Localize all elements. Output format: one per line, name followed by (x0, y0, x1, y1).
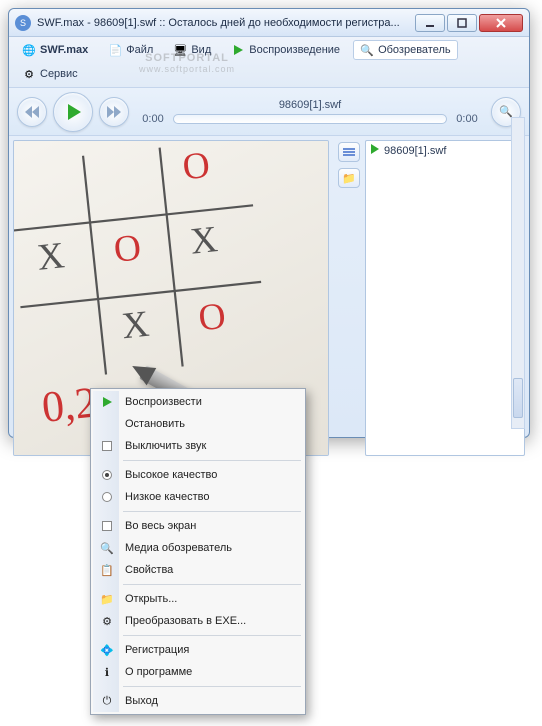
radio-off-icon (99, 489, 115, 505)
minimize-button[interactable] (415, 14, 445, 32)
separator (123, 584, 301, 585)
progress-bar[interactable] (173, 114, 447, 124)
close-button[interactable] (479, 14, 523, 32)
playlist-panel: 98609[1].swf (365, 140, 525, 456)
ctx-high-quality[interactable]: Высокое качество (93, 464, 303, 486)
app-icon: S (15, 15, 31, 31)
ctx-register[interactable]: 💠 Регистрация (93, 639, 303, 661)
ctx-play[interactable]: Воспроизвести (93, 391, 303, 413)
time-elapsed: 0:00 (139, 113, 167, 125)
ctx-low-quality[interactable]: Низкое качество (93, 486, 303, 508)
app-window: S SWF.max - 98609[1].swf :: Осталось дне… (8, 8, 530, 438)
next-button[interactable] (99, 97, 129, 127)
folder-button[interactable]: 📁 (338, 168, 360, 188)
separator (123, 511, 301, 512)
properties-icon: 📋 (99, 562, 115, 578)
service-menu[interactable]: ⚙ Сервис (15, 64, 85, 84)
file-menu[interactable]: 📄 Файл (101, 40, 160, 60)
checkbox-icon (99, 518, 115, 534)
titlebar[interactable]: S SWF.max - 98609[1].swf :: Осталось дне… (9, 9, 529, 37)
ctx-fullscreen[interactable]: Во весь экран (93, 515, 303, 537)
ctx-properties[interactable]: 📋 Свойства (93, 559, 303, 581)
separator (123, 635, 301, 636)
maximize-button[interactable] (447, 14, 477, 32)
folder-icon: 📁 (99, 591, 115, 607)
prev-button[interactable] (17, 97, 47, 127)
ctx-open[interactable]: 📁 Открыть... (93, 588, 303, 610)
player-bar: 98609[1].swf 0:00 0:00 🔍 (9, 88, 529, 136)
menu-toolbar: 🌐 SWF.max 📄 Файл 🖥 Вид Воспроизведение 🔍… (9, 37, 529, 88)
current-file-label: 98609[1].swf (139, 99, 481, 111)
checkbox-icon (99, 438, 115, 454)
ctx-exit[interactable]: ⏻ Выход (93, 690, 303, 712)
gear-icon: ⚙ (22, 67, 36, 81)
list-toggle-button[interactable] (338, 142, 360, 162)
playback-menu[interactable]: Воспроизведение (224, 40, 347, 60)
magnifier-icon: 🔍 (99, 540, 115, 556)
context-menu: Воспроизвести Остановить Выключить звук … (90, 388, 306, 715)
register-icon: 💠 (99, 642, 115, 658)
separator (123, 686, 301, 687)
browser-menu[interactable]: 🔍 Обозреватель (353, 40, 458, 60)
app-menu[interactable]: 🌐 SWF.max (15, 40, 95, 60)
ctx-mute[interactable]: Выключить звук (93, 435, 303, 457)
globe-icon: 🌐 (22, 43, 36, 57)
play-button[interactable] (53, 92, 93, 132)
play-icon (99, 394, 115, 410)
ctx-convert-exe[interactable]: ⚙ Преобразовать в EXE... (93, 610, 303, 632)
play-icon (370, 144, 380, 157)
magnifier-icon: 🔍 (360, 43, 374, 57)
exit-icon: ⏻ (99, 693, 115, 709)
radio-on-icon (99, 467, 115, 483)
exe-icon: ⚙ (99, 613, 115, 629)
ctx-media-browser[interactable]: 🔍 Медиа обозреватель (93, 537, 303, 559)
play-icon (231, 43, 245, 57)
view-menu[interactable]: 🖥 Вид (166, 40, 218, 60)
info-icon: ℹ (99, 664, 115, 680)
ctx-about[interactable]: ℹ О программе (93, 661, 303, 683)
separator (123, 460, 301, 461)
window-title: SWF.max - 98609[1].swf :: Осталось дней … (37, 17, 415, 29)
side-toolbar: 📁 (333, 136, 365, 460)
playlist-item[interactable]: 98609[1].swf (366, 141, 524, 160)
playlist-item-label: 98609[1].swf (384, 145, 446, 157)
scrollbar-thumb[interactable] (513, 378, 523, 418)
scrollbar[interactable] (511, 117, 525, 429)
view-icon: 🖥 (173, 43, 187, 57)
document-icon: 📄 (108, 43, 122, 57)
time-total: 0:00 (453, 113, 481, 125)
ctx-stop[interactable]: Остановить (93, 413, 303, 435)
